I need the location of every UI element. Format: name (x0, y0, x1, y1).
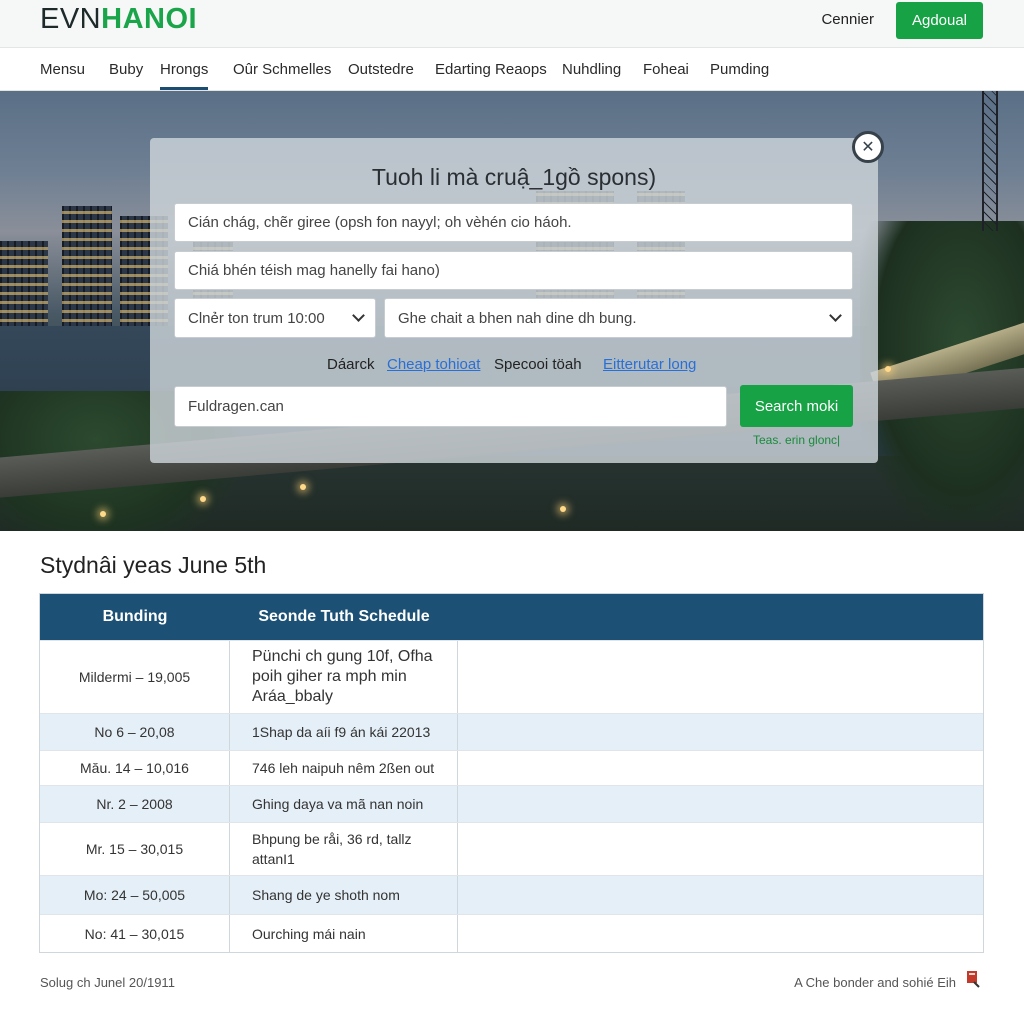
schedule-table: Bunding Seonde Tuth Schedule Mildermi – … (39, 593, 984, 953)
time-select-value: Clnẻr ton trum 10:00 (188, 309, 325, 327)
table-row[interactable]: Nr. 2 – 2008 Ghing daya va mã nan noin (40, 785, 983, 822)
table-row[interactable]: Mo: 24 – 50,005 Shang de ye shoth nom (40, 875, 983, 914)
bookmark-icon[interactable] (965, 970, 981, 988)
footer-note: Solug ch Junel 20/1911 (40, 975, 175, 990)
table-row[interactable]: Mildermi – 19,005 Pünchi ch gung 10f, Of… (40, 640, 983, 713)
nav-item-outstedre[interactable]: Outstedre (348, 60, 414, 80)
row-detail: 746 leh naipuh nêm 2ßen out (230, 751, 458, 785)
nav-item-foheai[interactable]: Foheai (643, 60, 689, 80)
quick-filter-link-2[interactable]: Eitterutar long (603, 356, 696, 374)
column-header-bunding[interactable]: Bunding (40, 594, 230, 640)
chevron-down-icon (352, 309, 365, 322)
nav-item-nuhdling[interactable]: Nuhdling (562, 60, 621, 80)
quick-filter-1[interactable]: Dáarck (327, 356, 375, 374)
quick-filter-link-1[interactable]: Cheap tohioat (387, 356, 480, 374)
quick-filter-2[interactable]: Specooi töah (494, 356, 582, 374)
street-lamp (885, 366, 891, 372)
search-button[interactable]: Search moki (740, 385, 853, 427)
street-lamp (560, 506, 566, 512)
row-date: Mildermi – 19,005 (40, 641, 230, 713)
search-panel-title: Tuoh li mà cruậ_1gồ spons) (371, 164, 657, 190)
row-date: No 6 – 20,08 (40, 714, 230, 750)
schedule-title: Stydnâi yeas June 5th (40, 552, 267, 578)
row-detail: 1Shap da aíi f9 án kái 22013 (230, 714, 458, 750)
nav-item-buby[interactable]: Buby (109, 60, 143, 80)
row-detail: Bhpung be råi, 36 rd, tallz attanI1 (230, 823, 458, 875)
tv-tower (982, 91, 998, 231)
option-select[interactable]: Ghe chait a bhen nah dine dh bung. (384, 298, 853, 338)
option-select-value: Ghe chait a bhen nah dine dh bung. (398, 309, 637, 327)
skyline-building (0, 241, 48, 331)
header-primary-button[interactable]: Agdoual (896, 2, 983, 39)
close-icon[interactable]: ✕ (852, 131, 884, 163)
logo-text-part1: EVN (40, 3, 102, 35)
row-date: Mo: 24 – 50,005 (40, 876, 230, 914)
nav-item-hrongs[interactable]: Hrongs (160, 60, 209, 90)
table-row[interactable]: Mr. 15 – 30,015 Bhpung be råi, 36 rd, ta… (40, 822, 983, 875)
logo-text-part2: HANOI (101, 3, 198, 35)
table-row[interactable]: No: 41 – 30,015 Ourching mái nain (40, 914, 983, 952)
table-header: Bunding Seonde Tuth Schedule (40, 594, 983, 640)
chevron-down-icon (829, 309, 842, 322)
row-date: Mău. 14 – 10,016 (40, 751, 230, 785)
nav-item-edarting[interactable]: Edarting Reaops (435, 60, 547, 80)
nav-item-pumding[interactable]: Pumding (710, 60, 769, 80)
main-nav: Mensu Buby Hrongs Oûr Schmelles Outstedr… (0, 48, 1024, 91)
row-date: Mr. 15 – 30,015 (40, 823, 230, 875)
nav-item-schmelles[interactable]: Oûr Schmelles (233, 60, 331, 80)
advanced-search-link[interactable]: Teas. erin glonc| (753, 433, 840, 447)
nav-item-mensu[interactable]: Mensu (40, 60, 85, 80)
row-detail: Pünchi ch gung 10f, Ofha poih giher ra m… (230, 641, 458, 713)
footer-credit: A Che bonder and sohié Eih (794, 975, 956, 990)
route-input[interactable]: Cián chág, chẽr giree (opsh fon nayyl; o… (174, 203, 853, 242)
time-select[interactable]: Clnẻr ton trum 10:00 (174, 298, 376, 338)
destination-input[interactable]: Chiá bhén téish mag hanelly fai hano) (174, 251, 853, 290)
row-date: No: 41 – 30,015 (40, 915, 230, 952)
table-row[interactable]: Mău. 14 – 10,016 746 leh naipuh nêm 2ßen… (40, 750, 983, 785)
street-lamp (200, 496, 206, 502)
top-header: EVNHANOI Cennier Agdoual (0, 0, 1024, 48)
row-detail: Ghing daya va mã nan noin (230, 786, 458, 822)
search-input[interactable]: Fuldragen.can (174, 386, 727, 427)
site-logo[interactable]: EVNHANOI (40, 2, 197, 36)
row-detail: Ourching mái nain (230, 915, 458, 952)
row-date: Nr. 2 – 2008 (40, 786, 230, 822)
column-header-schedule[interactable]: Seonde Tuth Schedule (230, 594, 458, 640)
street-lamp (300, 484, 306, 490)
skyline-building (62, 206, 112, 331)
street-lamp (100, 511, 106, 517)
table-row[interactable]: No 6 – 20,08 1Shap da aíi f9 án kái 2201… (40, 713, 983, 750)
signin-link[interactable]: Cennier (821, 10, 874, 30)
row-detail: Shang de ye shoth nom (230, 876, 458, 914)
